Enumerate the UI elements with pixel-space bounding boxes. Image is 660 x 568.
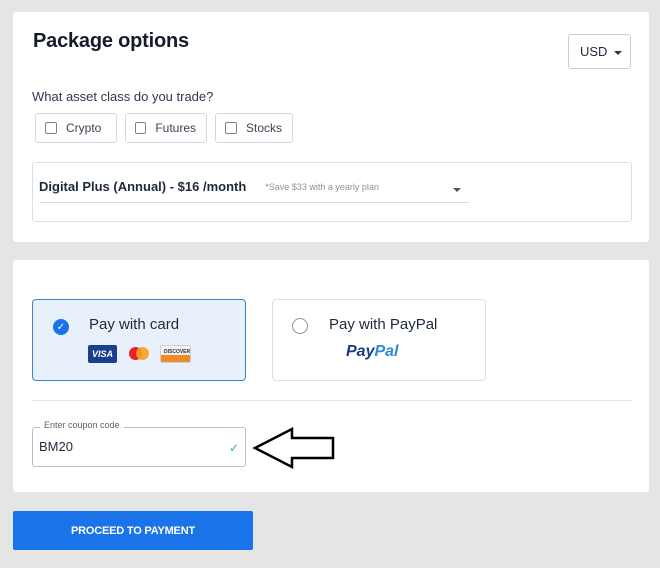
discover-logo: DISCOVER [160, 345, 191, 363]
pay-with-card-option[interactable]: ✓ Pay with card VISA DISCOVER [32, 299, 246, 381]
pay-with-paypal-option[interactable]: Pay with PayPal PayPal [272, 299, 486, 381]
paypal-logo: PayPal [346, 343, 399, 360]
divider [32, 400, 632, 401]
package-options-card: Package options USD What asset class do … [13, 12, 649, 242]
asset-checkbox-stocks[interactable]: Stocks [215, 113, 293, 143]
pay-option-label: Pay with card [89, 316, 180, 333]
card-logos: VISA DISCOVER [88, 345, 191, 363]
visa-logo: VISA [88, 345, 117, 363]
checkbox-icon [225, 122, 237, 134]
plan-savings-note: *Save $33 with a yearly plan [265, 182, 379, 192]
asset-label: Futures [155, 121, 196, 135]
plan-container: Digital Plus (Annual) - $16 /month *Save… [32, 162, 632, 222]
plan-name: Digital Plus (Annual) - $16 /month [39, 179, 247, 194]
currency-select[interactable]: USD [568, 34, 631, 69]
chevron-down-icon [614, 51, 623, 55]
asset-class-question: What asset class do you trade? [32, 89, 214, 104]
radio-checked-icon: ✓ [53, 319, 69, 335]
asset-label: Stocks [245, 121, 282, 135]
coupon-label: Enter coupon code [40, 420, 124, 430]
chevron-down-icon [453, 188, 461, 192]
asset-checkbox-crypto[interactable]: Crypto [35, 113, 117, 143]
pay-option-label: Pay with PayPal [329, 316, 438, 333]
asset-label: Crypto [66, 121, 102, 135]
page-title: Package options [33, 30, 189, 52]
radio-unchecked-icon [292, 318, 308, 334]
checkbox-icon [45, 122, 57, 134]
asset-checkbox-futures[interactable]: Futures [125, 113, 207, 143]
currency-value: USD [580, 44, 608, 59]
mastercard-logo [124, 345, 153, 363]
checkbox-icon [135, 122, 147, 134]
coupon-value: BM20 [39, 439, 73, 454]
coupon-code-input[interactable]: Enter coupon code BM20 ✓ [32, 420, 246, 467]
plan-select[interactable]: Digital Plus (Annual) - $16 /month *Save… [39, 179, 469, 203]
check-icon: ✓ [228, 441, 239, 455]
left-arrow-icon [252, 427, 335, 470]
proceed-to-payment-button[interactable]: PROCEED TO PAYMENT [13, 511, 253, 550]
